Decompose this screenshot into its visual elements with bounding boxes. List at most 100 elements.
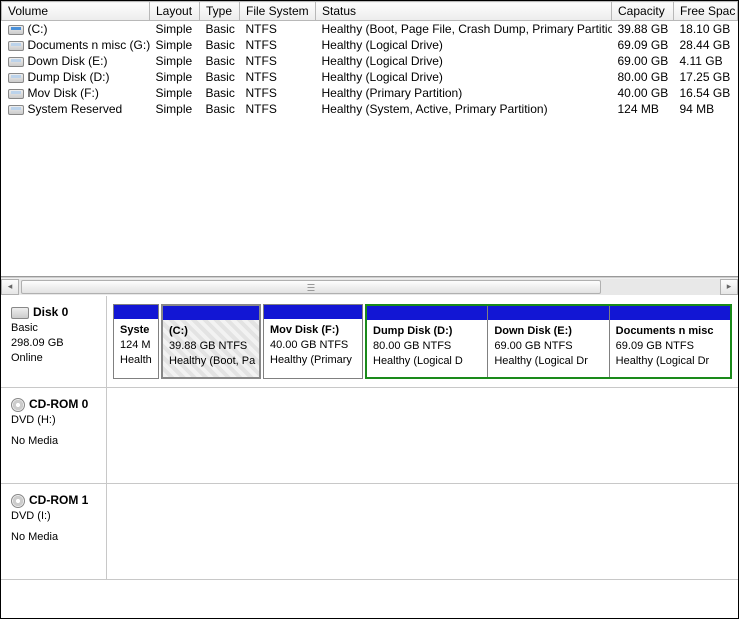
volume-row[interactable]: Down Disk (E:) SimpleBasicNTFSHealthy (Lo…	[2, 53, 738, 69]
volume-layout: Simple	[150, 85, 200, 101]
cdrom1-nomedia: No Media	[11, 524, 100, 545]
disk-header-disk0[interactable]: Disk 0 Basic 298.09 GB Online	[1, 296, 107, 387]
disk-type: Basic	[11, 321, 100, 336]
volume-status: Healthy (Primary Partition)	[316, 85, 612, 101]
partition-size: 69.00 GB NTFS	[494, 339, 602, 354]
volume-list-pane[interactable]: Volume Layout Type File System Status Ca…	[1, 1, 738, 277]
partition-color-bar	[610, 306, 730, 320]
disk-header-cdrom0[interactable]: CD-ROM 0 DVD (H:) No Media	[1, 388, 107, 483]
partition-size: 40.00 GB NTFS	[270, 338, 356, 353]
volume-name: Mov Disk (F:)	[28, 86, 99, 100]
col-filesystem[interactable]: File System	[240, 2, 316, 21]
volume-name: (C:)	[28, 22, 48, 36]
volume-type: Basic	[200, 53, 240, 69]
drive-icon	[8, 89, 24, 99]
col-capacity[interactable]: Capacity	[612, 2, 674, 21]
scroll-right-button[interactable]: ▸	[720, 279, 738, 295]
cdrom1-sub: DVD (I:)	[11, 509, 100, 524]
partition-size: 39.88 GB NTFS	[169, 339, 253, 354]
volume-free: 94 MB	[674, 101, 738, 117]
col-freespace[interactable]: Free Spac	[674, 2, 738, 21]
scroll-left-button[interactable]: ◂	[1, 279, 19, 295]
partition-box[interactable]: Down Disk (E:)69.00 GB NTFSHealthy (Logi…	[487, 306, 608, 377]
volume-layout: Simple	[150, 21, 200, 38]
drive-icon	[8, 73, 24, 83]
disk-row-cdrom0[interactable]: CD-ROM 0 DVD (H:) No Media	[1, 388, 738, 484]
col-status[interactable]: Status	[316, 2, 612, 21]
volume-fs: NTFS	[240, 69, 316, 85]
partition-name: Dump Disk (D:)	[373, 324, 481, 339]
volume-name: Down Disk (E:)	[28, 54, 108, 68]
volume-row[interactable]: System ReservedSimpleBasicNTFSHealthy (S…	[2, 101, 738, 117]
volume-fs: NTFS	[240, 21, 316, 38]
volume-fs: NTFS	[240, 37, 316, 53]
volume-free: 4.11 GB	[674, 53, 738, 69]
disk-size: 298.09 GB	[11, 336, 100, 351]
partition-color-bar	[367, 306, 487, 320]
volume-free: 17.25 GB	[674, 69, 738, 85]
volume-fs: NTFS	[240, 101, 316, 117]
volume-layout: Simple	[150, 53, 200, 69]
volume-row[interactable]: Mov Disk (F:)SimpleBasicNTFSHealthy (Pri…	[2, 85, 738, 101]
disk-row-cdrom1[interactable]: CD-ROM 1 DVD (I:) No Media	[1, 484, 738, 580]
volume-row[interactable]: (C:)SimpleBasicNTFSHealthy (Boot, Page F…	[2, 21, 738, 38]
drive-icon	[8, 41, 24, 51]
horizontal-scrollbar[interactable]: ◂ ▸	[1, 277, 738, 295]
disk-header-cdrom1[interactable]: CD-ROM 1 DVD (I:) No Media	[1, 484, 107, 579]
volume-capacity: 69.09 GB	[612, 37, 674, 53]
volume-capacity: 80.00 GB	[612, 69, 674, 85]
partition-box[interactable]: Dump Disk (D:)80.00 GB NTFSHealthy (Logi…	[367, 306, 487, 377]
volume-fs: NTFS	[240, 53, 316, 69]
drive-icon	[8, 105, 24, 115]
partition-color-bar	[488, 306, 608, 320]
volume-free: 28.44 GB	[674, 37, 738, 53]
col-type[interactable]: Type	[200, 2, 240, 21]
cdrom0-nomedia: No Media	[11, 428, 100, 449]
volume-table[interactable]: Volume Layout Type File System Status Ca…	[1, 1, 738, 117]
volume-row[interactable]: Documents n misc (G:)SimpleBasicNTFSHeal…	[2, 37, 738, 53]
partition-size: 80.00 GB NTFS	[373, 339, 481, 354]
disk-graphical-pane[interactable]: Disk 0 Basic 298.09 GB Online Syste124 M…	[1, 295, 738, 618]
partition-name: (C:)	[169, 324, 253, 339]
partition-color-bar	[163, 306, 259, 320]
partition-box[interactable]: (C:)39.88 GB NTFSHealthy (Boot, Pa	[161, 304, 261, 379]
volume-capacity: 40.00 GB	[612, 85, 674, 101]
partition-status: Healthy (Logical D	[373, 354, 481, 369]
cdrom0-empty	[107, 388, 738, 483]
volume-type: Basic	[200, 85, 240, 101]
col-layout[interactable]: Layout	[150, 2, 200, 21]
scroll-track[interactable]	[19, 279, 720, 295]
volume-layout: Simple	[150, 69, 200, 85]
partition-box[interactable]: Mov Disk (F:)40.00 GB NTFSHealthy (Prima…	[263, 304, 363, 379]
volume-type: Basic	[200, 21, 240, 38]
drive-icon	[8, 25, 24, 35]
drive-icon	[8, 57, 24, 67]
partition-size: 69.09 GB NTFS	[616, 339, 724, 354]
partition-color-bar	[114, 305, 158, 319]
volume-status: Healthy (Logical Drive)	[316, 53, 612, 69]
col-volume[interactable]: Volume	[2, 2, 150, 21]
cdrom0-sub: DVD (H:)	[11, 413, 100, 428]
disk-row-disk0[interactable]: Disk 0 Basic 298.09 GB Online Syste124 M…	[1, 296, 738, 388]
volume-free: 18.10 GB	[674, 21, 738, 38]
partition-name: Mov Disk (F:)	[270, 323, 356, 338]
volume-status: Healthy (Logical Drive)	[316, 37, 612, 53]
cdrom-icon	[11, 494, 25, 508]
volume-status: Healthy (System, Active, Primary Partiti…	[316, 101, 612, 117]
cdrom-icon	[11, 398, 25, 412]
volume-row[interactable]: Dump Disk (D:)SimpleBasicNTFSHealthy (Lo…	[2, 69, 738, 85]
column-header-row[interactable]: Volume Layout Type File System Status Ca…	[2, 2, 738, 21]
volume-layout: Simple	[150, 37, 200, 53]
partition-status: Healthy (Primary	[270, 353, 356, 368]
disk-icon	[11, 307, 29, 319]
partition-box[interactable]: Documents n misc69.09 GB NTFSHealthy (Lo…	[609, 306, 730, 377]
volume-status: Healthy (Logical Drive)	[316, 69, 612, 85]
extended-partition-group[interactable]: Dump Disk (D:)80.00 GB NTFSHealthy (Logi…	[365, 304, 732, 379]
partition-box[interactable]: Syste124 MHealth	[113, 304, 159, 379]
partition-name: Syste	[120, 323, 152, 338]
cdrom1-empty	[107, 484, 738, 579]
volume-free: 16.54 GB	[674, 85, 738, 101]
volume-name: Documents n misc (G:)	[28, 38, 150, 52]
scroll-thumb[interactable]	[21, 280, 601, 294]
partition-size: 124 M	[120, 338, 152, 353]
